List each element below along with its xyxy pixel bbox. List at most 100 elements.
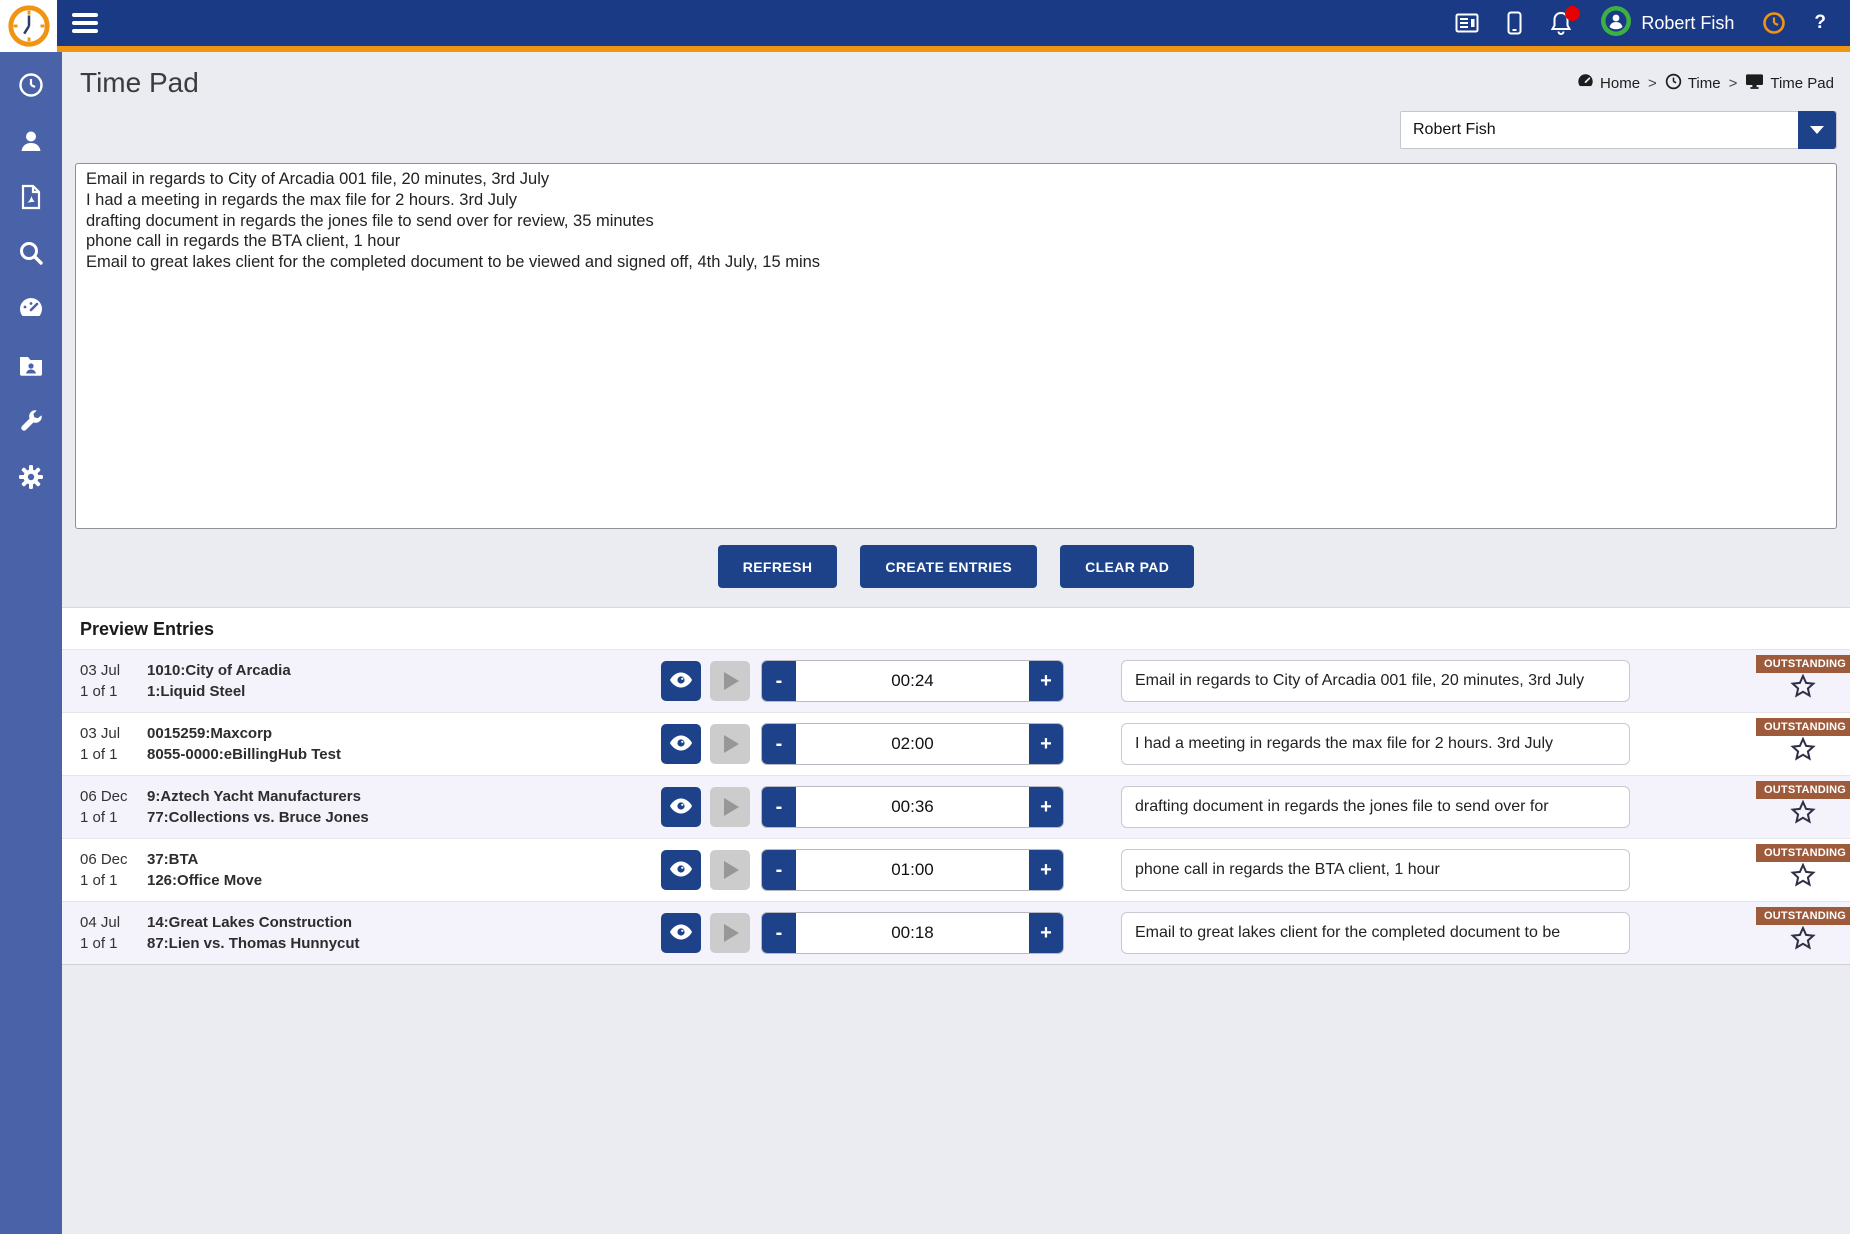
decrease-time-button[interactable]: - [762, 850, 796, 890]
status-badge: OUTSTANDING [1756, 781, 1850, 799]
preview-entry-row: 03 Jul 1 of 1 0015259:Maxcorp 8055-0000:… [62, 712, 1850, 775]
status-badge: OUTSTANDING [1756, 655, 1850, 673]
entry-matter-name: 77:Collections vs. Bruce Jones [147, 807, 661, 828]
favorite-star-button[interactable] [1756, 800, 1850, 830]
view-entry-button[interactable] [661, 850, 701, 890]
main-content: Time Pad Home > Time > Time Pad Robert F… [62, 52, 1850, 965]
view-entry-button[interactable] [661, 661, 701, 701]
time-value-field[interactable] [796, 787, 1029, 827]
create-entries-button[interactable]: CREATE ENTRIES [860, 545, 1037, 588]
help-icon[interactable]: ? [1814, 12, 1826, 34]
view-entry-button[interactable] [661, 913, 701, 953]
entry-description-input[interactable] [1121, 912, 1630, 954]
entry-description-input[interactable] [1121, 723, 1630, 765]
entry-client: 9:Aztech Yacht Manufacturers [147, 786, 661, 807]
entry-page-count: 1 of 1 [80, 933, 147, 954]
view-entry-button[interactable] [661, 724, 701, 764]
sidebar-item-search[interactable] [0, 242, 62, 268]
entry-status-column: OUTSTANDING [1756, 776, 1850, 838]
start-timer-button[interactable] [710, 913, 750, 953]
play-icon [724, 861, 739, 879]
play-icon [724, 798, 739, 816]
play-icon [724, 924, 739, 942]
time-value-field[interactable] [796, 661, 1029, 701]
entry-client: 1010:City of Arcadia [147, 660, 661, 681]
preview-entry-row: 03 Jul 1 of 1 1010:City of Arcadia 1:Liq… [62, 649, 1850, 712]
user-menu[interactable]: Robert Fish [1600, 5, 1734, 42]
sidebar-item-tools[interactable] [0, 410, 62, 436]
entry-client: 37:BTA [147, 849, 661, 870]
newspaper-icon[interactable] [1455, 12, 1479, 34]
app-logo [0, 0, 57, 52]
mobile-icon[interactable] [1507, 11, 1522, 35]
contacts-folder-icon [18, 353, 44, 382]
eye-icon [669, 797, 693, 818]
status-badge: OUTSTANDING [1756, 844, 1850, 862]
entry-description-input[interactable] [1121, 786, 1630, 828]
entry-client: 14:Great Lakes Construction [147, 912, 661, 933]
increase-time-button[interactable]: + [1029, 850, 1063, 890]
sidebar-item-documents[interactable] [0, 186, 62, 212]
favorite-star-button[interactable] [1756, 737, 1850, 767]
increase-time-button[interactable]: + [1029, 724, 1063, 764]
sidebar-item-time[interactable] [0, 74, 62, 100]
eye-icon [669, 860, 693, 881]
entry-status-column: OUTSTANDING [1756, 902, 1850, 964]
start-timer-button[interactable] [710, 850, 750, 890]
sidebar-item-settings[interactable] [0, 466, 62, 492]
increase-time-button[interactable]: + [1029, 661, 1063, 701]
breadcrumb-home[interactable]: Home [1577, 73, 1640, 94]
decrease-time-button[interactable]: - [762, 913, 796, 953]
decrease-time-button[interactable]: - [762, 724, 796, 764]
start-timer-button[interactable] [710, 787, 750, 827]
breadcrumb-time[interactable]: Time [1665, 73, 1721, 94]
entry-date: 04 Jul 1 of 1 [62, 912, 147, 954]
sidebar-item-contacts[interactable] [0, 130, 62, 156]
sidebar-item-dashboard[interactable] [0, 298, 62, 324]
star-icon [1790, 938, 1816, 955]
hamburger-menu-button[interactable] [72, 13, 98, 33]
star-icon [1790, 875, 1816, 892]
entry-description-input[interactable] [1121, 849, 1630, 891]
entry-matter-name: 1:Liquid Steel [147, 681, 661, 702]
favorite-star-button[interactable] [1756, 926, 1850, 956]
monitor-icon [1745, 73, 1764, 94]
clear-pad-button[interactable]: CLEAR PAD [1060, 545, 1194, 588]
bell-icon[interactable] [1550, 11, 1572, 35]
timekeeper-select[interactable]: Robert Fish [1400, 111, 1837, 149]
history-clock-icon[interactable] [1762, 11, 1786, 35]
favorite-star-button[interactable] [1756, 674, 1850, 704]
entry-status-column: OUTSTANDING [1756, 650, 1850, 712]
breadcrumb-separator: > [1729, 75, 1738, 92]
eye-icon [669, 671, 693, 692]
time-value-field[interactable] [796, 850, 1029, 890]
start-timer-button[interactable] [710, 724, 750, 764]
wrench-icon [18, 408, 44, 439]
time-stepper: - + [761, 849, 1064, 891]
breadcrumb-separator: > [1648, 75, 1657, 92]
preview-entries-section: Preview Entries 03 Jul 1 of 1 1010:City … [62, 607, 1850, 965]
entry-matter: 0015259:Maxcorp 8055-0000:eBillingHub Te… [147, 723, 661, 765]
breadcrumb: Home > Time > Time Pad [1577, 67, 1834, 94]
view-entry-button[interactable] [661, 787, 701, 827]
favorite-star-button[interactable] [1756, 863, 1850, 893]
dashboard-icon [1577, 73, 1594, 94]
preview-entry-row: 06 Dec 1 of 1 37:BTA 126:Office Move - +… [62, 838, 1850, 901]
increase-time-button[interactable]: + [1029, 787, 1063, 827]
time-value-field[interactable] [796, 913, 1029, 953]
decrease-time-button[interactable]: - [762, 661, 796, 701]
sidebar-item-clients[interactable] [0, 354, 62, 380]
increase-time-button[interactable]: + [1029, 913, 1063, 953]
time-stepper: - + [761, 912, 1064, 954]
refresh-button[interactable]: REFRESH [718, 545, 838, 588]
time-pad-textarea[interactable]: Email in regards to City of Arcadia 001 … [75, 163, 1837, 529]
timekeeper-select-button[interactable] [1798, 111, 1836, 149]
entry-description-input[interactable] [1121, 660, 1630, 702]
status-badge: OUTSTANDING [1756, 718, 1850, 736]
star-icon [1790, 812, 1816, 829]
decrease-time-button[interactable]: - [762, 787, 796, 827]
start-timer-button[interactable] [710, 661, 750, 701]
action-buttons: REFRESH CREATE ENTRIES CLEAR PAD [62, 529, 1850, 607]
time-value-field[interactable] [796, 724, 1029, 764]
eye-icon [669, 734, 693, 755]
